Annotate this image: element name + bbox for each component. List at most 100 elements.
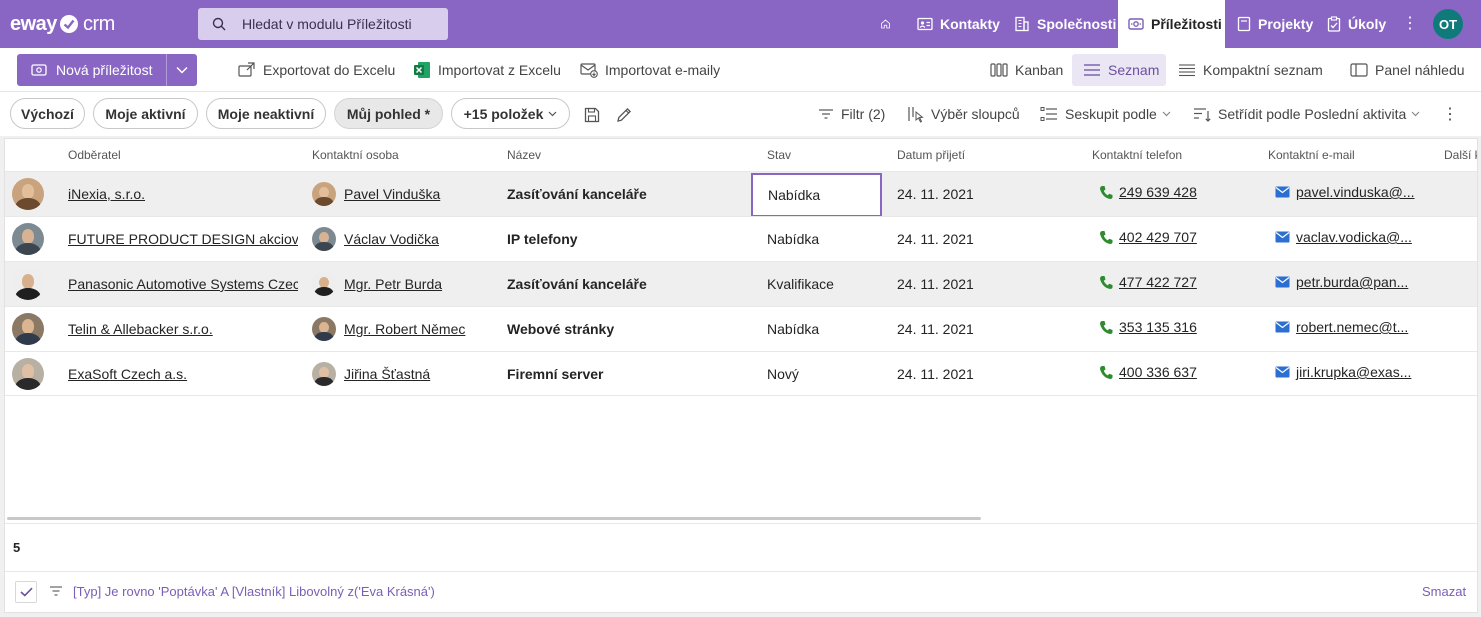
email-link[interactable]: jiri.krupka@exas... bbox=[1296, 364, 1411, 380]
column-header-status[interactable]: Stav bbox=[767, 148, 791, 162]
clear-filter-link[interactable]: Smazat bbox=[1422, 584, 1466, 599]
table-row[interactable]: iNexia, s.r.o. Pavel Vinduška Zasíťování… bbox=[5, 170, 1477, 217]
nav-tasks[interactable]: Úkoly bbox=[1327, 0, 1386, 48]
opportunity-title[interactable]: Zasíťování kanceláře bbox=[507, 262, 747, 306]
nav-tasks-label: Úkoly bbox=[1348, 16, 1387, 32]
status-cell[interactable]: Nabídka bbox=[767, 307, 887, 351]
view-pill-more[interactable]: +15 položek bbox=[451, 98, 570, 129]
view-pill-my-inactive[interactable]: Moje neaktivní bbox=[206, 98, 326, 129]
status-cell[interactable]: Nabídka bbox=[767, 217, 887, 261]
view-list-label: Seznam bbox=[1108, 62, 1160, 78]
opportunity-title[interactable]: IP telefony bbox=[507, 217, 747, 261]
email-link[interactable]: pavel.vinduska@... bbox=[1296, 184, 1415, 200]
phone-link[interactable]: 249 639 428 bbox=[1119, 184, 1197, 200]
email-link[interactable]: vaclav.vodicka@... bbox=[1296, 229, 1412, 245]
nav-companies[interactable]: Společnosti bbox=[1014, 0, 1116, 48]
phone-link[interactable]: 353 135 316 bbox=[1119, 319, 1197, 335]
export-excel-button[interactable]: Exportovat do Excelu bbox=[238, 58, 395, 82]
column-header-title[interactable]: Název bbox=[507, 148, 541, 162]
active-filter-expression[interactable]: [Typ] Je rovno 'Poptávka' A [Vlastník] L… bbox=[73, 584, 435, 599]
customer-link[interactable]: ExaSoft Czech a.s. bbox=[68, 352, 298, 396]
phone-cell: 400 336 637 bbox=[1099, 350, 1259, 394]
search-input[interactable] bbox=[242, 14, 438, 34]
column-header-customer[interactable]: Odběratel bbox=[68, 148, 121, 162]
view-pill-more-label: +15 položek bbox=[463, 105, 544, 122]
table-row[interactable]: ExaSoft Czech a.s. Jiřina Šťastná Firemn… bbox=[5, 351, 1477, 396]
opportunity-title[interactable]: Zasíťování kanceláře bbox=[507, 172, 747, 216]
email-link[interactable]: petr.burda@pan... bbox=[1296, 274, 1408, 290]
phone-link[interactable]: 400 336 637 bbox=[1119, 364, 1197, 380]
new-opportunity-dropdown[interactable] bbox=[166, 54, 197, 86]
phone-link[interactable]: 402 429 707 bbox=[1119, 229, 1197, 245]
import-excel-button[interactable]: Importovat z Excelu bbox=[413, 58, 561, 82]
export-icon bbox=[238, 62, 255, 77]
horizontal-scrollbar[interactable] bbox=[7, 517, 981, 520]
status-cell[interactable]: Kvalifikace bbox=[767, 262, 887, 306]
opportunity-icon bbox=[1128, 18, 1144, 30]
command-toolbar: Nová příležitost Exportovat do Excelu Im… bbox=[0, 48, 1481, 92]
contact-person-link[interactable]: Jiřina Šťastná bbox=[344, 352, 494, 396]
nav-opportunities-label: Příležitosti bbox=[1151, 16, 1222, 32]
column-chooser-label: Výběr sloupců bbox=[931, 106, 1020, 122]
save-view-icon[interactable] bbox=[583, 106, 601, 124]
nav-home[interactable] bbox=[880, 0, 898, 48]
edit-view-pencil-icon[interactable] bbox=[615, 106, 633, 124]
table-row[interactable]: Telin & Allebacker s.r.o. Mgr. Robert Ně… bbox=[5, 306, 1477, 351]
opportunity-title[interactable]: Firemní server bbox=[507, 352, 747, 396]
column-header-email[interactable]: Kontaktní e-mail bbox=[1268, 148, 1355, 162]
contact-person-link[interactable]: Václav Vodička bbox=[344, 217, 494, 261]
column-header-phone[interactable]: Kontaktní telefon bbox=[1092, 148, 1182, 162]
status-cell[interactable]: Nový bbox=[767, 352, 887, 396]
nav-contacts[interactable]: Kontakty bbox=[917, 0, 1000, 48]
grid-header: Odběratel Kontaktní osoba Název Stav Dat… bbox=[5, 139, 1477, 171]
table-row[interactable]: Panasonic Automotive Systems Czech Mgr. … bbox=[5, 261, 1477, 306]
view-pill-default[interactable]: Výchozí bbox=[10, 98, 85, 129]
chevron-down-icon bbox=[1162, 111, 1171, 117]
group-by-icon bbox=[1040, 107, 1057, 121]
status-cell-selected[interactable]: Nabídka bbox=[751, 173, 882, 217]
new-opportunity-button[interactable]: Nová příležitost bbox=[17, 54, 166, 86]
chevron-down-icon bbox=[176, 66, 188, 74]
filter-button[interactable]: Filtr (2) bbox=[818, 104, 885, 124]
view-pill-my-view[interactable]: Můj pohled * bbox=[334, 98, 443, 129]
contact-person-link[interactable]: Mgr. Petr Burda bbox=[344, 262, 494, 306]
nav-companies-label: Společnosti bbox=[1037, 16, 1117, 32]
table-row[interactable]: FUTURE PRODUCT DESIGN akciová sp Václav … bbox=[5, 216, 1477, 261]
nav-projects[interactable]: Projekty bbox=[1237, 0, 1313, 48]
divider bbox=[5, 571, 1477, 572]
customer-link[interactable]: Panasonic Automotive Systems Czech bbox=[68, 262, 298, 306]
column-header-received-date[interactable]: Datum přijetí bbox=[897, 148, 965, 162]
phone-link[interactable]: 477 422 727 bbox=[1119, 274, 1197, 290]
customer-link[interactable]: iNexia, s.r.o. bbox=[68, 172, 298, 216]
home-icon bbox=[881, 19, 890, 29]
nav-more-button[interactable]: ⋮ bbox=[1402, 14, 1418, 34]
import-emails-button[interactable]: Importovat e-maily bbox=[580, 58, 720, 82]
opportunity-title[interactable]: Webové stránky bbox=[507, 307, 747, 351]
preview-panel-toggle[interactable]: Panel náhledu bbox=[1350, 58, 1465, 82]
email-cell: vaclav.vodicka@... bbox=[1275, 215, 1425, 259]
column-chooser-button[interactable]: Výběr sloupců bbox=[906, 104, 1020, 124]
sort-by-button[interactable]: Setřídit podle Poslední aktivita bbox=[1193, 104, 1427, 124]
user-avatar[interactable]: OT bbox=[1433, 9, 1463, 39]
email-cell: pavel.vinduska@... bbox=[1275, 170, 1425, 214]
view-pill-my-active[interactable]: Moje aktivní bbox=[93, 98, 198, 129]
filter-enabled-checkbox[interactable] bbox=[15, 581, 37, 603]
column-header-more[interactable]: Další k bbox=[1444, 148, 1477, 162]
view-compact-list-button[interactable]: Kompaktní seznam bbox=[1178, 58, 1323, 82]
module-search-box[interactable] bbox=[198, 8, 448, 40]
customer-link[interactable]: Telin & Allebacker s.r.o. bbox=[68, 307, 298, 351]
column-header-contact-person[interactable]: Kontaktní osoba bbox=[312, 148, 399, 162]
nav-opportunities[interactable]: Příležitosti bbox=[1118, 0, 1225, 48]
group-by-button[interactable]: Seskupit podle bbox=[1040, 104, 1178, 124]
views-more-button[interactable]: ⋮ bbox=[1442, 104, 1458, 124]
logo-text: eway bbox=[10, 12, 57, 35]
kanban-icon bbox=[990, 63, 1008, 77]
contact-person-link[interactable]: Mgr. Robert Němec bbox=[344, 307, 494, 351]
customer-link[interactable]: FUTURE PRODUCT DESIGN akciová sp bbox=[68, 217, 298, 261]
contact-person-link[interactable]: Pavel Vinduška bbox=[344, 172, 494, 216]
mail-icon bbox=[1275, 366, 1290, 378]
view-list-button[interactable]: Seznam bbox=[1072, 54, 1166, 86]
email-link[interactable]: robert.nemec@t... bbox=[1296, 319, 1408, 335]
view-kanban-button[interactable]: Kanban bbox=[990, 58, 1063, 82]
app-logo[interactable]: eway crm bbox=[10, 12, 115, 36]
